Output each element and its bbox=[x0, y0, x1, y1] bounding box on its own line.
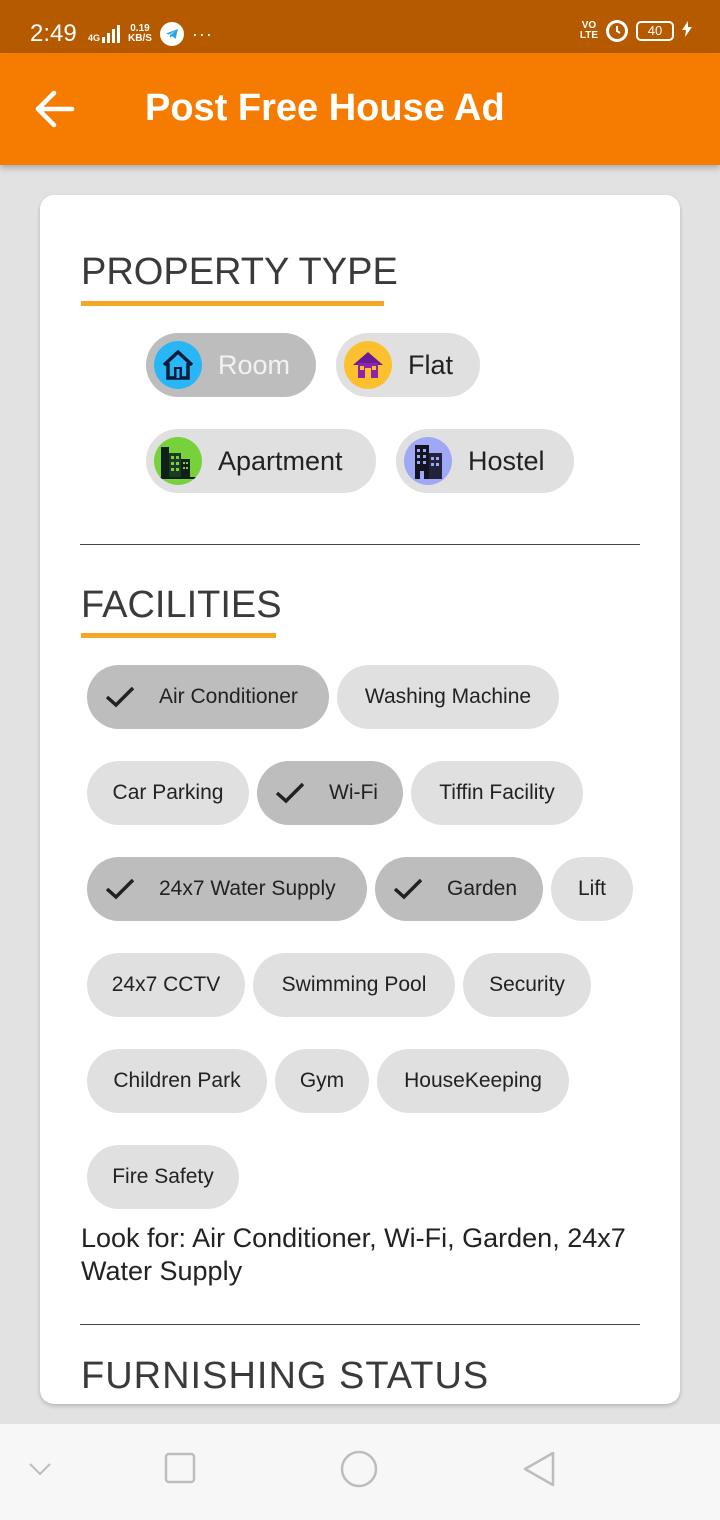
facility-label: Lift bbox=[577, 877, 606, 900]
network-type: 4G bbox=[88, 33, 101, 43]
telegram-icon bbox=[159, 22, 184, 46]
facility-chip-housekeeping[interactable]: HouseKeeping bbox=[377, 1049, 569, 1113]
facility-chip-tiffin-facility[interactable]: Tiffin Facility bbox=[411, 761, 583, 825]
network-speed: 0.19 KB/S bbox=[128, 24, 152, 44]
property-type-hostel[interactable]: Hostel bbox=[396, 429, 574, 493]
home-circle-icon[interactable] bbox=[340, 1450, 378, 1493]
speed-unit: KB/S bbox=[128, 33, 152, 44]
facility-label: HouseKeeping bbox=[404, 1069, 542, 1092]
property-type-label: Hostel bbox=[468, 445, 545, 476]
facility-label: Swimming Pool bbox=[281, 973, 427, 996]
apartment-icon bbox=[154, 437, 202, 485]
check-icon bbox=[105, 686, 135, 708]
section-divider bbox=[80, 544, 640, 545]
more-notifications-icon: ··· bbox=[191, 23, 213, 44]
property-type-title: PROPERTY TYPE bbox=[81, 251, 398, 293]
chevron-down-icon[interactable] bbox=[28, 1462, 52, 1481]
facility-chip-garden[interactable]: Garden bbox=[375, 857, 543, 921]
property-type-room[interactable]: Room bbox=[146, 333, 316, 397]
facility-chip-security[interactable]: Security bbox=[463, 953, 591, 1017]
app-bar: Post Free House Ad bbox=[0, 53, 720, 165]
facility-chip-swimming-pool[interactable]: Swimming Pool bbox=[253, 953, 455, 1017]
arrow-left-icon[interactable] bbox=[34, 89, 78, 129]
facility-label: Washing Machine bbox=[364, 685, 532, 708]
status-left-icons: 4G 0.19 KB/S ··· bbox=[88, 22, 213, 46]
facility-chip-children-park[interactable]: Children Park bbox=[87, 1049, 267, 1113]
status-time: 2:49 bbox=[30, 20, 77, 47]
battery-icon: 40 bbox=[636, 21, 674, 41]
house-icon bbox=[344, 341, 392, 389]
facility-label: Fire Safety bbox=[112, 1165, 214, 1188]
facility-label: Wi-Fi bbox=[329, 781, 378, 804]
facility-chip-lift[interactable]: Lift bbox=[551, 857, 633, 921]
recents-square-icon[interactable] bbox=[164, 1452, 196, 1489]
facility-label: Gym bbox=[299, 1069, 345, 1092]
facility-label: Tiffin Facility bbox=[439, 781, 555, 804]
facility-chip-air-conditioner[interactable]: Air Conditioner bbox=[87, 665, 329, 729]
form-card: PROPERTY TYPE Room Flat Apartment Hostel… bbox=[40, 195, 680, 1404]
facility-chip-wifi[interactable]: Wi-Fi bbox=[257, 761, 403, 825]
hostel-icon bbox=[404, 437, 452, 485]
charging-icon bbox=[682, 20, 692, 42]
facilities-title: FACILITIES bbox=[81, 584, 282, 626]
facility-chip-gym[interactable]: Gym bbox=[275, 1049, 369, 1113]
property-type-label: Apartment bbox=[218, 445, 343, 476]
property-type-underline bbox=[81, 301, 384, 306]
check-icon bbox=[105, 878, 135, 900]
facility-label: Security bbox=[489, 973, 565, 996]
furnishing-status-title: FURNISHING STATUS bbox=[81, 1355, 490, 1397]
selected-facilities-summary: Look for: Air Conditioner, Wi-Fi, Garden… bbox=[81, 1223, 626, 1286]
facility-chip-washing-machine[interactable]: Washing Machine bbox=[337, 665, 559, 729]
network-indicator: 4G bbox=[88, 25, 121, 43]
system-nav-bar bbox=[0, 1424, 720, 1520]
page-title: Post Free House Ad bbox=[145, 87, 505, 129]
section-divider bbox=[80, 1324, 640, 1325]
facility-label: Car Parking bbox=[112, 781, 224, 804]
status-right-icons: VO LTE 40 bbox=[580, 20, 692, 42]
facility-label: 24x7 CCTV bbox=[111, 973, 221, 996]
property-type-flat[interactable]: Flat bbox=[336, 333, 480, 397]
volte-icon: VO LTE bbox=[580, 21, 598, 41]
facility-label: Children Park bbox=[113, 1069, 241, 1092]
status-bar: 2:49 4G 0.19 KB/S ··· VO LTE 40 bbox=[0, 0, 720, 53]
property-type-apartment[interactable]: Apartment bbox=[146, 429, 376, 493]
facility-chip-cctv[interactable]: 24x7 CCTV bbox=[87, 953, 245, 1017]
property-type-label: Flat bbox=[408, 349, 454, 380]
signal-icon bbox=[102, 25, 121, 43]
alarm-icon bbox=[606, 20, 628, 42]
facilities-underline bbox=[81, 633, 276, 638]
volte-bottom: LTE bbox=[579, 30, 598, 41]
home-icon bbox=[154, 341, 202, 389]
back-triangle-icon[interactable] bbox=[522, 1450, 556, 1493]
facility-label: Garden bbox=[447, 877, 518, 900]
property-type-label: Room bbox=[218, 349, 291, 380]
facility-chip-fire-safety[interactable]: Fire Safety bbox=[87, 1145, 239, 1209]
facility-chip-water-supply[interactable]: 24x7 Water Supply bbox=[87, 857, 367, 921]
facility-label: Air Conditioner bbox=[159, 685, 298, 708]
facility-chip-car-parking[interactable]: Car Parking bbox=[87, 761, 249, 825]
facility-label: 24x7 Water Supply bbox=[159, 877, 336, 900]
check-icon bbox=[275, 782, 305, 804]
check-icon bbox=[393, 878, 423, 900]
